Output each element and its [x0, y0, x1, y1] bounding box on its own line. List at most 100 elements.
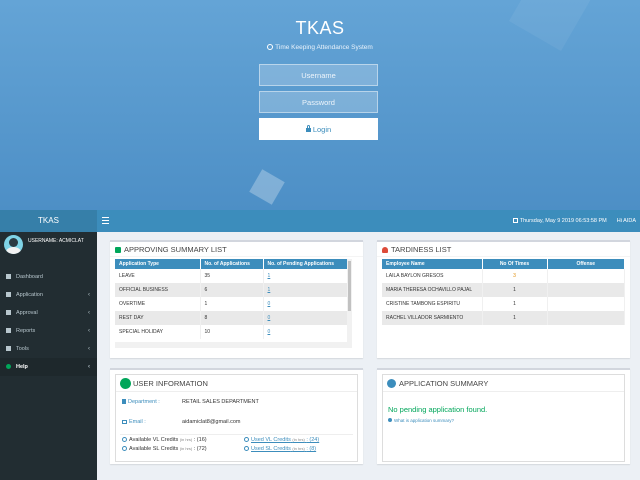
- horizontal-scrollbar[interactable]: [115, 342, 352, 348]
- sidebar-item-reports[interactable]: Reports ‹: [0, 322, 97, 340]
- password-input[interactable]: [259, 91, 378, 113]
- user-icon: [382, 247, 388, 253]
- sidebar-item-label: Application: [16, 292, 43, 298]
- application-summary-title: APPLICATION SUMMARY: [399, 379, 489, 388]
- sidebar: USERNAME: ACMICLAT Dashboard Application…: [0, 232, 97, 480]
- user-greeting[interactable]: Hi AIDA: [617, 218, 636, 224]
- sidebar-item-approval[interactable]: Approval ‹: [0, 304, 97, 322]
- sl-available-unit: (in hrs): [179, 446, 193, 451]
- table-row: SPECIAL HOLIDAY 10 0: [115, 325, 351, 339]
- box-header: USER INFORMATION: [116, 375, 357, 392]
- sidebar-item-label: Help: [16, 364, 28, 370]
- user-info-panel: USER INFORMATION Department : RETAIL SAL…: [115, 374, 358, 462]
- pending-link[interactable]: 0: [268, 315, 271, 321]
- pending-link[interactable]: 0: [268, 329, 271, 335]
- header-datetime: Thursday, May 9 2019 06:53:58 PM: [519, 218, 607, 224]
- table-row: LEAVE 35 1: [115, 269, 351, 283]
- sl-used-link[interactable]: Used SL Credits (in hrs) : (8): [251, 446, 316, 452]
- department-row: Department :: [122, 399, 160, 405]
- table-cell: 1: [200, 297, 264, 311]
- login-label: Login: [312, 124, 332, 134]
- email-value: aidamiclat8@gmail.com: [182, 419, 241, 425]
- email-label: Email :: [129, 419, 146, 425]
- user-info-title: USER INFORMATION: [133, 379, 208, 388]
- approving-table: Application Type No. of Applications No.…: [115, 259, 351, 339]
- decorative-diamond: [249, 169, 285, 205]
- circle-icon: [244, 446, 249, 451]
- sidebar-item-dashboard[interactable]: Dashboard: [0, 268, 97, 286]
- table-row: LAILA BAYLON GRESOS 3: [382, 269, 625, 283]
- table-cell: 0: [263, 311, 351, 325]
- brand-logo[interactable]: TKAS: [0, 210, 97, 232]
- vl-available-unit: (in hrs): [179, 437, 193, 442]
- sl-available-label: Available SL Credits: [129, 446, 179, 452]
- table-cell: 10: [200, 325, 264, 339]
- column-header[interactable]: Employee Name: [382, 259, 483, 269]
- avatar: [4, 235, 23, 254]
- sidebar-item-application[interactable]: Application ‹: [0, 286, 97, 304]
- column-header[interactable]: Offense: [547, 259, 625, 269]
- vl-used-row[interactable]: Used VL Credits (in hrs) : (24): [244, 437, 319, 443]
- pending-link[interactable]: 1: [268, 273, 271, 279]
- pending-link[interactable]: 0: [268, 301, 271, 307]
- thumbs-up-icon: [6, 310, 11, 315]
- login-hero: TKAS Time Keeping Attendance System Logi…: [0, 0, 640, 210]
- username-input[interactable]: [259, 64, 378, 86]
- column-header[interactable]: No. of Pending Applications: [263, 259, 351, 269]
- scrollbar-thumb[interactable]: [348, 261, 351, 311]
- circle-icon: [244, 437, 249, 442]
- table-cell: OFFICIAL BUSINESS: [115, 283, 201, 297]
- table-cell: 8: [200, 311, 264, 325]
- circle-icon: [122, 437, 127, 442]
- calendar-icon: [512, 218, 518, 223]
- table-cell: 1: [482, 283, 548, 297]
- vl-available-row: Available VL Credits (in hrs) : (16): [122, 437, 207, 443]
- chevron-left-icon: ‹: [88, 346, 90, 352]
- approving-summary-box: APPROVING SUMMARY LIST Application Type …: [110, 240, 363, 358]
- user-panel: USERNAME: ACMICLAT: [0, 232, 97, 262]
- table-cell: SPECIAL HOLIDAY: [115, 325, 201, 339]
- table-cell: REST DAY: [115, 311, 201, 325]
- column-header[interactable]: Application Type: [115, 259, 201, 269]
- table-cell: RACHEL VILLADOR SARMIENTO: [382, 311, 483, 325]
- menu-toggle-icon[interactable]: [102, 217, 109, 224]
- application-summary-panel: APPLICATION SUMMARY No pending applicati…: [382, 374, 625, 462]
- sl-used-row[interactable]: Used SL Credits (in hrs) : (8): [244, 446, 316, 452]
- sidebar-item-label: Tools: [16, 346, 29, 352]
- sidebar-item-label: Dashboard: [16, 274, 43, 280]
- table-cell: 6: [200, 283, 264, 297]
- app-title: TKAS: [295, 18, 345, 38]
- email-row: Email :: [122, 419, 146, 425]
- vertical-scrollbar[interactable]: [347, 259, 352, 343]
- vl-used-link[interactable]: Used VL Credits (in hrs) : (24): [251, 437, 319, 443]
- table-cell: CRISTINE TAMBONG ESPIRITU: [382, 297, 483, 311]
- column-header[interactable]: No Of Times: [482, 259, 548, 269]
- login-button[interactable]: Login: [259, 118, 378, 140]
- pending-link[interactable]: 1: [268, 287, 271, 293]
- top-navbar: TKAS Thursday, May 9 2019 06:53:58 PM Hi …: [0, 210, 640, 232]
- table-row: RACHEL VILLADOR SARMIENTO 1: [382, 311, 625, 325]
- box-header: APPROVING SUMMARY LIST: [110, 242, 363, 257]
- chevron-left-icon: ‹: [88, 292, 90, 298]
- table-row: CRISTINE TAMBONG ESPIRITU 1: [382, 297, 625, 311]
- gears-icon: [6, 346, 11, 351]
- help-link[interactable]: What is application summary?: [388, 418, 454, 423]
- table-cell: LEAVE: [115, 269, 201, 283]
- no-pending-message: No pending application found.: [388, 405, 488, 414]
- table-cell: [547, 283, 625, 297]
- column-header[interactable]: No. of Applications: [200, 259, 264, 269]
- table-cell: 3: [482, 269, 548, 283]
- table-cell: MARIA THERESA OCHAVILLO PAJAL: [382, 283, 483, 297]
- chevron-left-icon: ‹: [88, 364, 90, 370]
- table-row: MARIA THERESA OCHAVILLO PAJAL 1: [382, 283, 625, 297]
- application-summary-box: APPLICATION SUMMARY No pending applicati…: [377, 368, 630, 464]
- sidebar-item-label: Reports: [16, 328, 36, 334]
- sidebar-item-tools[interactable]: Tools ‹: [0, 340, 97, 358]
- table-cell: LAILA BAYLON GRESOS: [382, 269, 483, 283]
- sidebar-item-help[interactable]: Help ‹: [0, 358, 97, 376]
- table-row: OVERTIME 1 0: [115, 297, 351, 311]
- table-cell: 1: [482, 297, 548, 311]
- table-cell: [547, 311, 625, 325]
- lock-icon: [305, 124, 311, 132]
- user-circle-icon: [120, 378, 131, 389]
